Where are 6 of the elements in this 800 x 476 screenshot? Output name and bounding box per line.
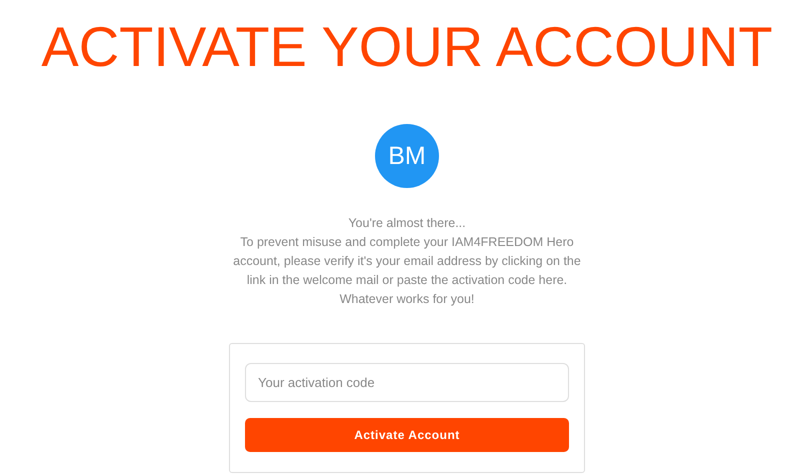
- activation-code-field[interactable]: Your activation code: [245, 363, 569, 402]
- avatar: BM: [375, 124, 439, 188]
- activate-account-button[interactable]: Activate Account: [245, 418, 569, 452]
- instructions-text: To prevent misuse and complete your IAM4FREEDOM Hero account, please verify it's your email address by clicking on the link in the welcome mail or paste the activation code here. Whatever works for you!: [232, 234, 582, 308]
- page-title: ACTIVATE YOUR ACCOUNT: [41, 14, 773, 80]
- intro-text: You're almost there...: [347, 215, 467, 232]
